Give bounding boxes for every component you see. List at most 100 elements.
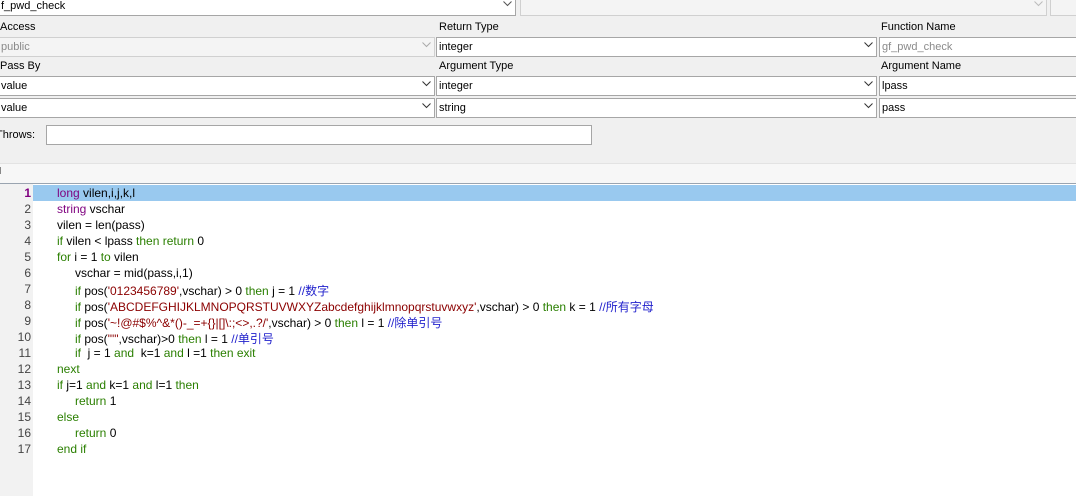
arg2-pass-by-value: value xyxy=(1,102,28,114)
code-line[interactable]: 5 for i = 1 to vilen xyxy=(0,249,1076,265)
line-number: 17 xyxy=(17,442,31,456)
access-value: public xyxy=(1,41,30,53)
code-text: long vilen,i,j,k,l xyxy=(57,186,135,200)
function-name-field[interactable]: gf_pwd_check xyxy=(879,37,1076,57)
keyword-token: and xyxy=(86,378,107,392)
code-line[interactable]: 14 return 1 xyxy=(0,393,1076,409)
keyword-token: end if xyxy=(57,442,87,456)
type-token: string xyxy=(57,202,87,216)
comment-token: //数字 xyxy=(298,284,330,298)
code-line[interactable]: 16 return 0 xyxy=(0,425,1076,441)
code-token: j = 1 xyxy=(81,346,115,360)
chevron-down-icon xyxy=(503,1,512,9)
line-number: 6 xyxy=(24,266,31,280)
code-line[interactable]: 10 if pos("'",vschar)>0 then l = 1 //单引号 xyxy=(0,329,1076,346)
type-token: long xyxy=(57,186,80,200)
throws-field[interactable] xyxy=(46,125,592,145)
code-text: for i = 1 to vilen xyxy=(57,250,139,264)
code-text: return 0 xyxy=(57,426,116,440)
code-token: pos( xyxy=(81,316,108,330)
arg1-type-value: integer xyxy=(439,80,473,92)
keyword-token: to xyxy=(100,250,111,264)
arg1-name-field[interactable]: lpass xyxy=(879,76,1076,96)
code-token: ,vschar) > 0 xyxy=(268,316,335,330)
code-line[interactable]: 3 vilen = len(pass) xyxy=(0,217,1076,233)
code-text: if j = 1 and k=1 and l =1 then exit xyxy=(57,346,256,360)
code-line[interactable]: 13 if j=1 and k=1 and l=1 then xyxy=(0,377,1076,393)
code-token: vschar xyxy=(86,202,126,216)
code-token: pos( xyxy=(81,332,108,346)
section-marker: I xyxy=(0,166,2,177)
code-token: l = 1 xyxy=(358,316,388,330)
arg1-pass-by-dropdown[interactable]: value xyxy=(0,76,435,96)
code-line[interactable]: 15 else xyxy=(0,409,1076,425)
event-selector[interactable] xyxy=(520,0,1047,16)
code-token: k=1 xyxy=(134,346,164,360)
keyword-token: then exit xyxy=(210,346,256,360)
arg1-name-value: lpass xyxy=(882,80,908,92)
function-name-label: Function Name xyxy=(881,21,956,33)
code-line[interactable]: 6 vschar = mid(pass,i,1) xyxy=(0,265,1076,281)
code-token: k=1 xyxy=(106,378,133,392)
line-number: 1 xyxy=(24,186,31,200)
code-text: else xyxy=(57,410,79,424)
line-number: 7 xyxy=(24,282,31,296)
code-token: i = 1 xyxy=(71,250,101,264)
code-token: j = 1 xyxy=(268,284,299,298)
access-label: Access xyxy=(0,21,36,33)
code-line[interactable]: 9 if pos('~!@#$%^&*()-_=+{}|[]\:;<>,.?/',… xyxy=(0,313,1076,330)
chevron-down-icon xyxy=(864,103,873,111)
code-line[interactable]: 12 next xyxy=(0,361,1076,377)
code-line[interactable]: 8 if pos('ABCDEFGHIJKLMNOPQRSTUVWXYZabcde… xyxy=(0,297,1076,314)
code-token: pos( xyxy=(81,300,108,314)
line-number: 2 xyxy=(24,202,31,216)
code-token: vilen = len(pass) xyxy=(57,218,145,232)
code-line[interactable]: 7 if pos('0123456789',vschar) > 0 then j … xyxy=(0,281,1076,298)
code-line[interactable]: 2 string vschar xyxy=(0,201,1076,217)
code-text: end if xyxy=(57,442,86,456)
return-type-label: Return Type xyxy=(439,21,499,33)
code-token: vilen xyxy=(110,250,139,264)
line-number: 11 xyxy=(18,346,31,360)
arg1-type-dropdown[interactable]: integer xyxy=(436,76,877,96)
code-line[interactable]: 17 end if xyxy=(0,441,1076,457)
comment-token: //单引号 xyxy=(231,332,274,346)
line-number: 8 xyxy=(24,298,31,312)
return-type-dropdown[interactable]: integer xyxy=(436,37,877,57)
line-number: 3 xyxy=(24,218,31,232)
access-dropdown[interactable]: public xyxy=(0,37,435,57)
keyword-token: then xyxy=(175,378,199,392)
argument-name-label: Argument Name xyxy=(881,60,962,72)
script-editor[interactable]: 1 long vilen,i,j,k,l 2 string vschar 3 vilen … xyxy=(0,184,1076,496)
argument-type-label: Argument Type xyxy=(439,60,514,72)
code-line[interactable]: 1 long vilen,i,j,k,l xyxy=(24,185,1076,201)
code-token: 1 xyxy=(106,394,117,408)
arg2-name-field[interactable]: pass xyxy=(879,98,1076,118)
arg2-pass-by-dropdown[interactable]: value xyxy=(0,98,435,118)
arg2-name-value: pass xyxy=(882,102,906,114)
code-token: 0 xyxy=(194,234,205,248)
chevron-down-icon xyxy=(1034,1,1043,9)
code-token: ,vschar)>0 xyxy=(118,332,179,346)
line-number: 10 xyxy=(17,330,31,344)
code-token: vilen,i,j,k,l xyxy=(79,186,136,200)
function-name-value: gf_pwd_check xyxy=(882,41,953,53)
code-text: return 1 xyxy=(57,394,116,408)
chevron-down-icon xyxy=(864,42,873,50)
code-line[interactable]: 4 if vilen < lpass then return 0 xyxy=(0,233,1076,249)
keyword-token: then xyxy=(542,300,567,314)
line-number: 15 xyxy=(17,410,31,424)
code-line[interactable]: 11 if j = 1 and k=1 and l =1 then exit xyxy=(0,345,1076,361)
arg2-type-dropdown[interactable]: string xyxy=(436,98,877,118)
line-number: 13 xyxy=(17,378,31,392)
chevron-down-icon xyxy=(422,103,431,111)
extra-selector[interactable] xyxy=(1050,0,1076,16)
splitter-bar[interactable]: I xyxy=(0,163,1076,183)
keyword-token: next xyxy=(57,362,80,376)
keyword-token: then xyxy=(178,332,202,346)
object-selector[interactable]: f_pwd_check xyxy=(0,0,516,16)
code-token: ,vschar) > 0 xyxy=(179,284,246,298)
line-number: 16 xyxy=(17,426,31,440)
arg2-type-value: string xyxy=(439,102,466,114)
code-text: vschar = mid(pass,i,1) xyxy=(57,266,193,280)
